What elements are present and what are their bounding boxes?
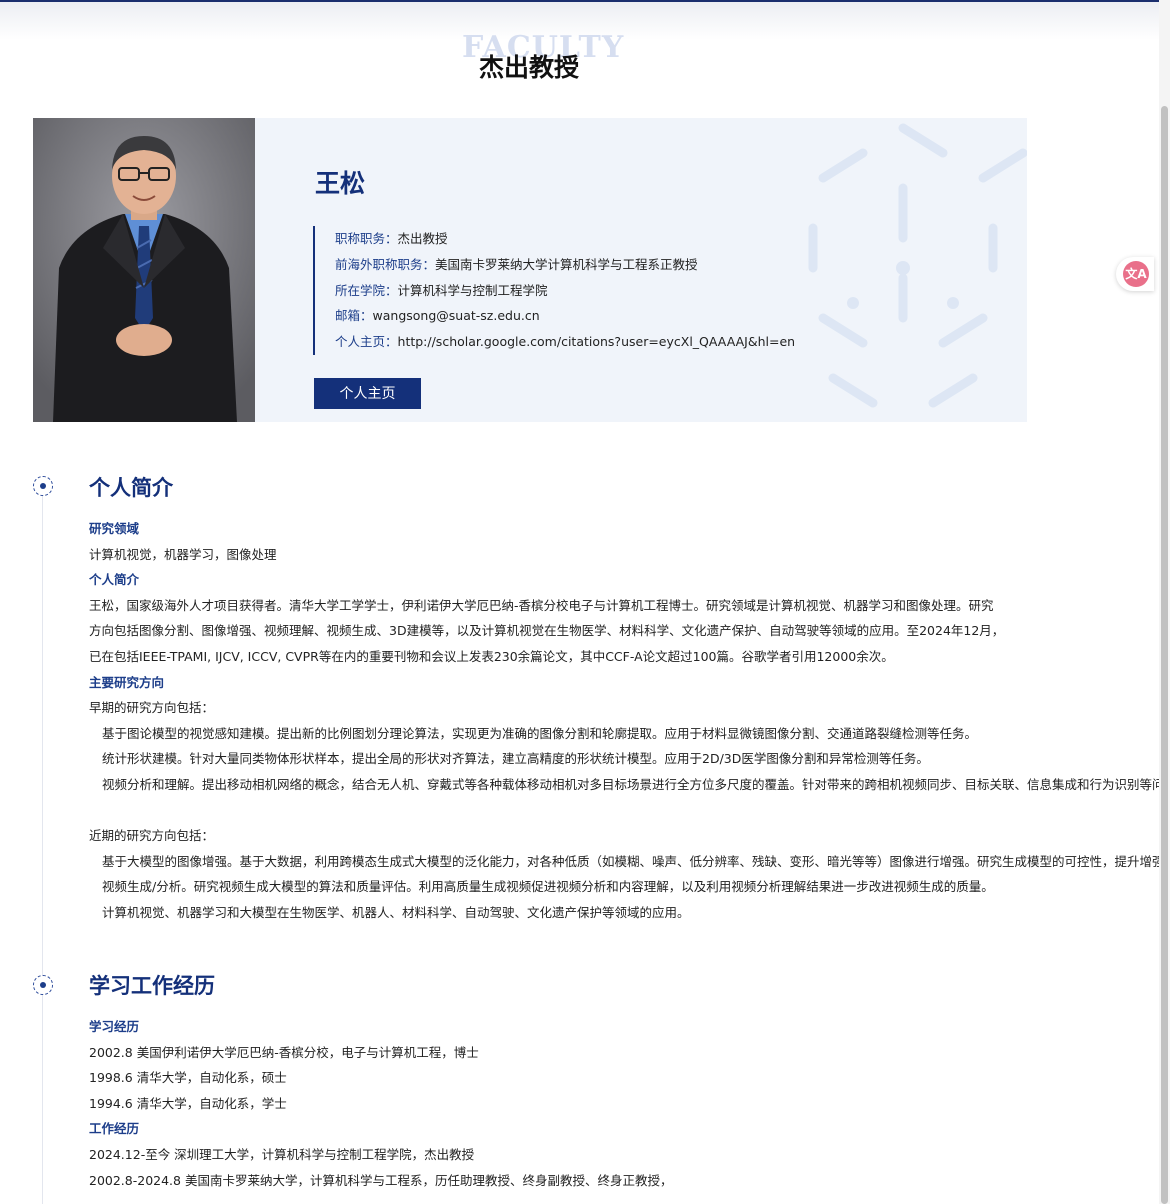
homepage-link[interactable]: http://scholar.google.com/citations?user… (398, 334, 796, 349)
info-row-title: 职称职务：杰出教授 (335, 231, 448, 246)
info-row-college: 所在学院：计算机科学与控制工程学院 (335, 282, 548, 298)
timeline-line (42, 486, 43, 1204)
recent-direction-item: 计算机视觉、机器学习和大模型在生物医学、机器人、材料科学、自动驾驶、文化遗产保护… (102, 904, 690, 920)
decorative-pattern (808, 123, 1027, 408)
work-item: 2002.8-2024.8 美国南卡罗莱纳大学，计算机科学与工程系，历任助理教授… (89, 1172, 673, 1188)
translate-icon: 文A (1123, 261, 1149, 287)
research-field-text: 计算机视觉，机器学习，图像处理 (89, 546, 277, 562)
translate-button[interactable]: 文A (1116, 257, 1154, 291)
scrollbar-thumb[interactable] (1161, 106, 1168, 1204)
section-title-intro: 个人简介 (89, 476, 173, 500)
early-direction-item: 基于图论模型的视觉感知建模。提出新的比例图划分理论算法，实现更为准确的图像分割和… (102, 725, 978, 741)
page-title: 杰出教授 (478, 53, 579, 82)
info-row-email: 邮箱：wangsong@suat-sz.edu.cn (335, 308, 540, 324)
recent-direction-item: 视频生成/分析。研究视频生成大模型的算法和质量评估。利用高质量生成视频促进视频分… (102, 879, 994, 895)
bio-line: 方向包括图像分割、图像增强、视频理解、视频生成、3D建模等，以及计算机视觉在生物… (89, 623, 1005, 639)
section-title-career: 学习工作经历 (89, 974, 215, 998)
early-direction-item: 统计形状建模。针对大量同类物体形状样本，提出全局的形状对齐算法，建立高精度的形状… (102, 751, 929, 767)
bio-line: 王松，国家级海外人才项目获得者。清华大学工学学士，伊利诺伊大学厄巴纳-香槟分校电… (89, 597, 994, 613)
work-item: 2024.12-至今 深圳理工大学，计算机科学与控制工程学院，杰出教授 (89, 1146, 475, 1162)
info-row-homepage: 个人主页：http://scholar.google.com/citations… (335, 334, 796, 350)
timeline-dot (33, 476, 53, 496)
profile-card: 王松 职称职务：杰出教授 前海外职称职务：美国南卡罗莱纳大学计算机科学与工程系正… (33, 118, 1027, 422)
homepage-button[interactable]: 个人主页 (314, 378, 421, 409)
portrait-image (33, 118, 255, 422)
info-row-former-title: 前海外职称职务：美国南卡罗莱纳大学计算机科学与工程系正教授 (335, 256, 698, 272)
professor-name: 王松 (315, 169, 366, 198)
timeline-dot (33, 975, 53, 995)
research-field-heading: 研究领域 (89, 521, 140, 536)
bio-heading: 个人简介 (89, 572, 140, 588)
career-section-body: 学习经历 2002.8 美国伊利诺伊大学厄巴纳-香槟分校，电子与计算机工程，博士… (89, 1014, 1159, 1193)
study-item: 2002.8 美国伊利诺伊大学厄巴纳-香槟分校，电子与计算机工程，博士 (89, 1044, 479, 1060)
scrollbar-track[interactable] (1159, 0, 1170, 1204)
intro-section-body: 研究领域 计算机视觉，机器学习，图像处理 个人简介 王松，国家级海外人才项目获得… (89, 516, 1159, 926)
study-item: 1998.6 清华大学，自动化系，硕士 (89, 1070, 287, 1086)
profile-info-list: 职称职务：杰出教授 前海外职称职务：美国南卡罗莱纳大学计算机科学与工程系正教授 … (313, 226, 795, 355)
early-directions-intro: 早期的研究方向包括： (89, 700, 215, 716)
study-heading: 学习经历 (89, 1019, 140, 1034)
email-link[interactable]: wangsong@suat-sz.edu.cn (373, 308, 540, 323)
profile-photo (33, 118, 255, 422)
work-heading: 工作经历 (89, 1121, 140, 1137)
early-direction-item: 视频分析和理解。提出移动相机网络的概念，结合无人机、穿戴式等各种载体移动相机对多… (102, 776, 1159, 792)
directions-heading: 主要研究方向 (89, 674, 165, 690)
study-item: 1994.6 清华大学，自动化系，学士 (89, 1095, 287, 1111)
recent-directions-intro: 近期的研究方向包括： (89, 828, 215, 844)
recent-direction-item: 基于大模型的图像增强。基于大数据，利用跨模态生成式大模型的泛化能力，对各种低质（… (102, 853, 1159, 869)
bio-line: 已在包括IEEE-TPAMI, IJCV, ICCV, CVPR等在内的重要刊物… (89, 648, 894, 664)
